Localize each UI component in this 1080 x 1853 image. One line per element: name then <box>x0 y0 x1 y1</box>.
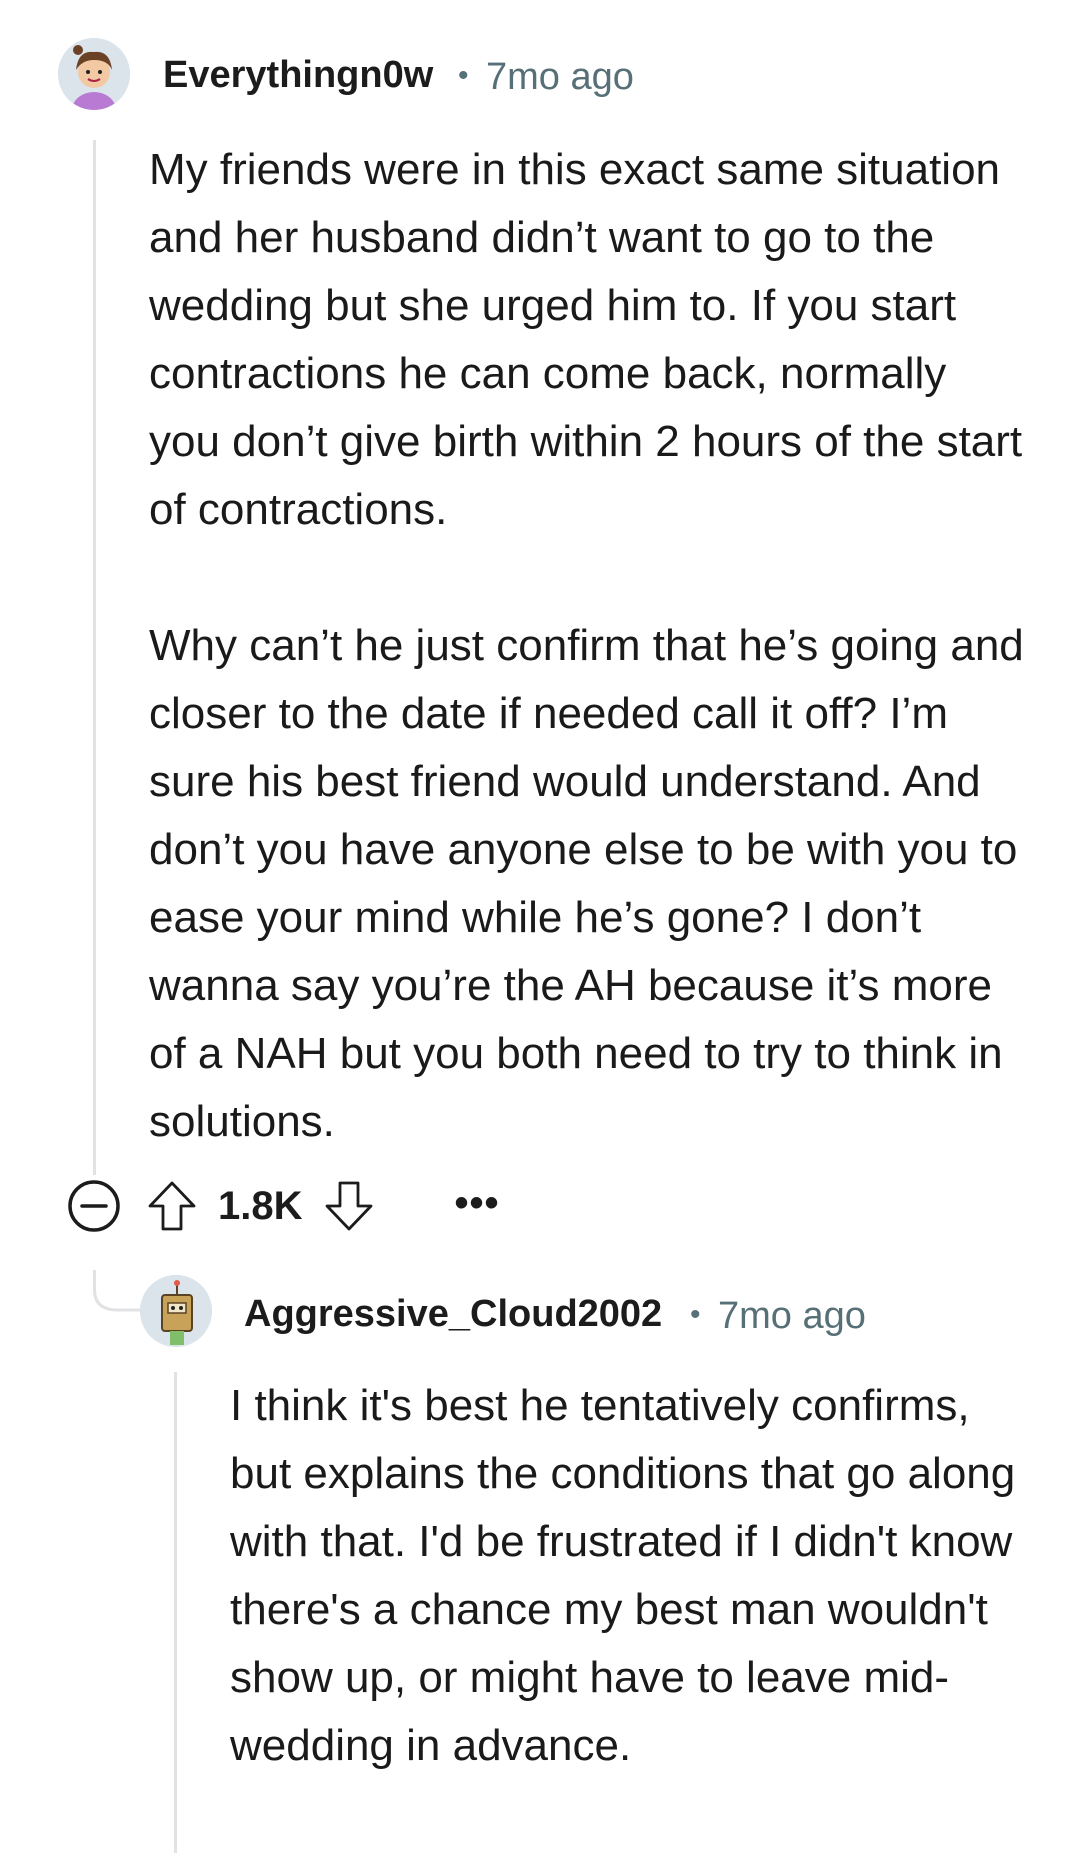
comment-paragraph: Why can’t he just confirm that he’s goin… <box>149 621 1024 1146</box>
collapse-minus-icon <box>68 1180 120 1232</box>
thread-line[interactable] <box>93 140 96 1175</box>
comment-paragraph: I think it's best he tentatively confirm… <box>230 1381 1016 1770</box>
upvote-button[interactable] <box>144 1178 200 1234</box>
comment-timestamp: 7mo ago <box>718 1295 866 1337</box>
thread-line[interactable] <box>174 1372 177 1853</box>
avatar[interactable] <box>58 38 130 110</box>
downvote-button[interactable] <box>321 1178 377 1234</box>
meta-separator: • <box>690 1298 701 1331</box>
comment-body: I think it's best he tentatively confirm… <box>230 1372 1030 1780</box>
comment-body: My friends were in this exact same situa… <box>149 136 1029 1156</box>
comment-timestamp: 7mo ago <box>486 56 634 98</box>
comment-author[interactable]: Everythingn0w <box>163 54 433 97</box>
collapse-button[interactable] <box>66 1178 122 1234</box>
meta-separator: • <box>458 59 469 92</box>
comment-paragraph: My friends were in this exact same situa… <box>149 145 1023 534</box>
vote-count: 1.8K <box>218 1183 303 1228</box>
downvote-arrow-icon <box>325 1181 372 1231</box>
more-options-icon[interactable]: ••• <box>455 1181 500 1226</box>
avatar[interactable] <box>140 1275 212 1347</box>
comment-author[interactable]: Aggressive_Cloud2002 <box>244 1293 662 1336</box>
user-avatar-icon <box>140 1275 212 1347</box>
user-avatar-icon <box>58 38 130 110</box>
comment-actions: 1.8K ••• <box>66 1178 500 1234</box>
upvote-arrow-icon <box>148 1181 196 1231</box>
